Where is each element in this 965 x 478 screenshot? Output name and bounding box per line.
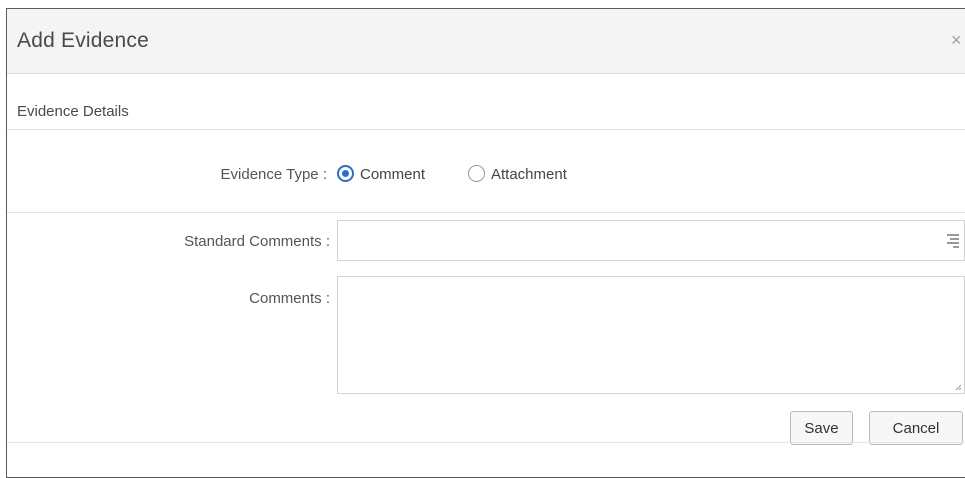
add-evidence-dialog: Add Evidence × Evidence Details Evidence…: [6, 8, 965, 478]
comments-textarea[interactable]: [337, 276, 965, 394]
section-title: Evidence Details: [17, 103, 129, 120]
dialog-header: Add Evidence ×: [7, 9, 965, 74]
standard-comments-input[interactable]: [337, 220, 965, 261]
standard-comments-label: Standard Comments :: [184, 233, 330, 250]
comment-radio-label[interactable]: Comment: [360, 166, 425, 183]
attachment-radio[interactable]: [468, 165, 485, 182]
footer-divider: [7, 442, 965, 443]
save-button[interactable]: Save: [790, 411, 853, 445]
comment-radio[interactable]: [337, 165, 354, 182]
close-icon[interactable]: ×: [951, 31, 962, 49]
dialog-title: Add Evidence: [17, 29, 149, 52]
resize-grip-icon[interactable]: [955, 384, 961, 390]
evidence-type-row: Evidence Type : Comment Attachment: [7, 130, 965, 213]
list-filter-icon[interactable]: [947, 233, 959, 248]
section-header: Evidence Details: [7, 73, 965, 130]
attachment-radio-label[interactable]: Attachment: [491, 166, 567, 183]
evidence-type-label: Evidence Type :: [220, 166, 327, 183]
comments-label: Comments :: [249, 290, 330, 307]
cancel-button[interactable]: Cancel: [869, 411, 963, 445]
